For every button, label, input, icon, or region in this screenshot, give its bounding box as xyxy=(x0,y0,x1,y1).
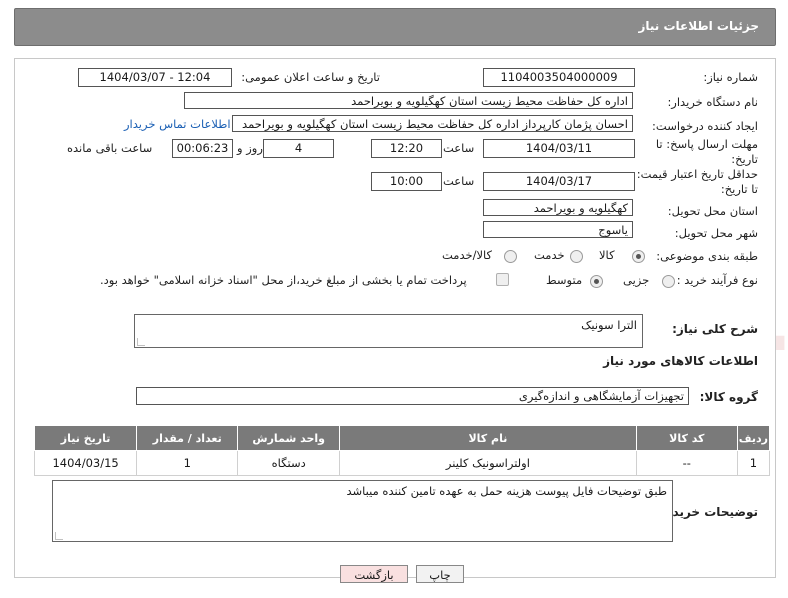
category-option-service: خدمت xyxy=(534,248,565,262)
goods-section-title: اطلاعات کالاهای مورد نیاز xyxy=(603,354,758,368)
col-header-need-date: تاریخ نیاز xyxy=(33,425,138,451)
process-radio-medium[interactable] xyxy=(590,275,603,288)
deadline-time-field: 12:20 xyxy=(371,139,442,158)
cell-item-code: -- xyxy=(635,450,738,476)
category-label: طبقه بندی موضوعی: xyxy=(656,249,758,263)
buyer-org-label: نام دستگاه خریدار: xyxy=(667,95,758,109)
city-field: یاسوج xyxy=(483,221,633,238)
announce-date-label: تاریخ و ساعت اعلان عمومی: xyxy=(241,70,380,84)
deadline-time-label: ساعت xyxy=(443,141,475,155)
col-header-unit: واحد شمارش xyxy=(237,425,340,451)
buyer-org-field: اداره کل حفاظت محیط زیست استان کهگیلویه … xyxy=(184,92,633,109)
goods-group-label: گروه کالا: xyxy=(699,390,758,404)
category-option-goods: کالا xyxy=(599,248,615,262)
remaining-time-field: 00:06:23 xyxy=(172,139,233,158)
buyer-contact-link[interactable]: اطلاعات تماس خریدار xyxy=(124,117,231,131)
process-radio-minor[interactable] xyxy=(662,275,675,288)
price-validity-time-field: 10:00 xyxy=(371,172,442,191)
goods-group-field: تجهیزات آزمایشگاهی و اندازه‌گیری xyxy=(136,387,689,405)
process-option-minor: جزیی xyxy=(623,273,650,287)
days-remaining-field: 4 xyxy=(263,139,334,158)
description-text: الترا سونیک xyxy=(581,318,637,332)
table-header-row: ردیف کد کالا نام کالا واحد شمارش تعداد /… xyxy=(33,425,771,451)
price-validity-label: حداقل تاریخ اعتبار قیمت: تا تاریخ: xyxy=(636,167,758,196)
days-label: روز و xyxy=(237,141,263,155)
print-button[interactable]: چاپ xyxy=(416,565,464,583)
cell-quantity: 1 xyxy=(136,450,239,476)
deadline-date-field: 1404/03/11 xyxy=(483,139,635,158)
resize-grip-icon[interactable] xyxy=(137,338,145,346)
creator-field: احسان پژمان کارپرداز اداره کل حفاظت محیط… xyxy=(232,115,633,132)
category-radio-goods[interactable] xyxy=(632,250,645,263)
cell-item-name: اولتراسونیک کلینر xyxy=(338,450,637,476)
col-header-row-number: ردیف xyxy=(736,425,771,451)
page-header: جزئیات اطلاعات نیاز xyxy=(14,8,776,46)
col-header-quantity: تعداد / مقدار xyxy=(136,425,239,451)
category-option-goods-service: کالا/خدمت xyxy=(442,248,493,262)
cell-need-date: 1404/03/15 xyxy=(33,450,138,476)
city-label: شهر محل تحویل: xyxy=(674,226,758,240)
need-number-label: شماره نیاز: xyxy=(703,70,758,84)
buyer-notes-text: طبق توضیحات فایل پیوست هزینه حمل به عهده… xyxy=(346,484,668,498)
price-validity-time-label: ساعت xyxy=(443,174,475,188)
remaining-time-label: ساعت باقی مانده xyxy=(67,141,153,155)
col-header-item-code: کد کالا xyxy=(635,425,738,451)
deadline-label: مهلت ارسال پاسخ: تا تاریخ: xyxy=(655,137,758,166)
description-field: الترا سونیک xyxy=(134,314,643,348)
back-button[interactable]: بازگشت xyxy=(340,565,408,583)
province-field: کهگیلویه و بویراحمد xyxy=(483,199,633,216)
col-header-item-name: نام کالا xyxy=(338,425,637,451)
buyer-notes-field: طبق توضیحات فایل پیوست هزینه حمل به عهده… xyxy=(52,480,673,542)
page-title: جزئیات اطلاعات نیاز xyxy=(638,19,759,33)
announce-date-field: 1404/03/07 - 12:04 xyxy=(78,68,232,87)
treasury-payment-note: پرداخت تمام یا بخشی از مبلغ خرید،از محل … xyxy=(100,273,467,287)
resize-grip-icon[interactable] xyxy=(55,532,63,540)
items-table: ردیف کد کالا نام کالا واحد شمارش تعداد /… xyxy=(33,425,771,476)
category-radio-service[interactable] xyxy=(570,250,583,263)
process-option-medium: متوسط xyxy=(546,273,583,287)
treasury-payment-checkbox[interactable] xyxy=(496,273,509,286)
cell-unit: دستگاه xyxy=(237,450,340,476)
category-radio-goods-service[interactable] xyxy=(504,250,517,263)
price-validity-date-field: 1404/03/17 xyxy=(483,172,635,191)
need-number-field: 1104003504000009 xyxy=(483,68,635,87)
process-type-label: نوع فرآیند خرید : xyxy=(676,273,758,287)
creator-label: ایجاد کننده درخواست: xyxy=(652,119,758,133)
table-row: 1 -- اولتراسونیک کلینر دستگاه 1 1404/03/… xyxy=(33,450,771,476)
cell-row-number: 1 xyxy=(736,450,771,476)
province-label: استان محل تحویل: xyxy=(667,204,758,218)
description-label: شرح کلی نیاز: xyxy=(672,322,758,336)
